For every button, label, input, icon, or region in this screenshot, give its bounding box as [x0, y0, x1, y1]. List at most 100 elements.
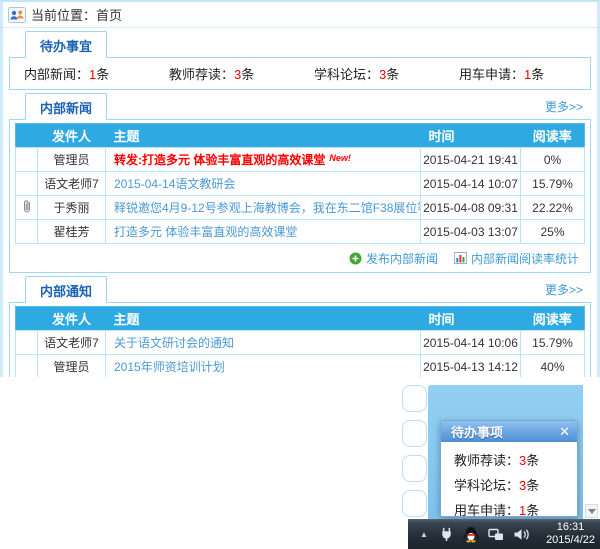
read-rate-cell: 0% [521, 148, 585, 172]
column-header [16, 307, 38, 331]
read-rate-cell: 25% [521, 220, 585, 244]
time-cell: 2015-04-21 19:41 [421, 148, 521, 172]
background-window-button[interactable] [402, 385, 427, 412]
count-unit: 条 [526, 503, 539, 518]
count-unit: 条 [526, 478, 539, 493]
attachment-cell [16, 148, 38, 172]
tab-internal-notice[interactable]: 内部通知 [25, 276, 107, 303]
subject-link[interactable]: 释锐邀您4月9-12号参观上海教博会，我在东二馆F38展位等您 [114, 201, 421, 215]
column-header: 发件人 [38, 124, 106, 148]
time-cell: 2015-04-13 14:12 [421, 355, 521, 378]
scroll-down-button[interactable] [585, 504, 598, 518]
table-row: 翟桂芳打造多元 体验丰富直观的高效课堂 2015-04-03 13:0725% [16, 220, 585, 244]
subject-link[interactable]: 打造多元 体验丰富直观的高效课堂 [114, 225, 297, 239]
count-unit: 条 [241, 67, 254, 82]
sender-cell: 于秀丽 [38, 196, 106, 220]
todo-count-item[interactable]: 内部新闻：1条 [10, 64, 155, 83]
background-window-button[interactable] [402, 420, 427, 447]
todo-counts-box: 内部新闻：1条教师荐读：3条学科论坛：3条用车申请：1条 [9, 57, 591, 90]
popup-todo-item[interactable]: 教师荐读：3条 [454, 448, 577, 473]
sender-cell: 管理员 [38, 148, 106, 172]
internal-notice-table: 发件人主题时间阅读率 语文老师7关于语文研讨会的通知2015-04-14 10:… [15, 306, 585, 377]
count-label: 学科论坛： [314, 67, 379, 82]
todo-popup-titlebar[interactable]: 待办事项 ✕ [441, 421, 577, 442]
taskbar-clock[interactable]: 16:31 2015/4/22 [546, 521, 595, 547]
system-tray [439, 526, 530, 543]
speaker-icon[interactable] [513, 527, 530, 542]
column-header: 主题 [106, 307, 421, 331]
todo-count-item[interactable]: 学科论坛：3条 [300, 64, 445, 83]
tab-internal-news[interactable]: 内部新闻 [25, 93, 107, 120]
count-label: 教师荐读： [454, 453, 519, 468]
column-header: 阅读率 [521, 307, 585, 331]
table-row: 语文老师7 2015-04-14语文教研会 2015-04-14 10:0715.7… [16, 172, 585, 196]
table-row: 语文老师7关于语文研讨会的通知2015-04-14 10:0615.79% [16, 331, 585, 355]
news-more-link[interactable]: 更多>> [545, 98, 583, 115]
subject-cell: 2015年师资培训计划 [106, 355, 421, 378]
count-label: 教师荐读： [169, 67, 234, 82]
attachment-cell [16, 331, 38, 355]
time-cell: 2015-04-03 13:07 [421, 220, 521, 244]
paperclip-icon [22, 199, 32, 214]
sender-cell: 管理员 [38, 355, 106, 378]
network-icon[interactable] [488, 527, 504, 542]
count-label: 用车申请： [459, 67, 524, 82]
time-cell: 2015-04-14 10:07 [421, 172, 521, 196]
todo-popup-title: 待办事项 [451, 422, 559, 441]
table-row: 于秀丽释锐邀您4月9-12号参观上海教博会，我在东二馆F38展位等您2015-0… [16, 196, 585, 220]
add-icon [349, 252, 362, 265]
column-header: 时间 [421, 124, 521, 148]
news-read-stats-label: 内部新闻阅读率统计 [471, 250, 579, 267]
new-badge: New! [329, 153, 351, 163]
column-header [16, 124, 38, 148]
table-row: 管理员 2015年师资培训计划 2015-04-13 14:1240% [16, 355, 585, 378]
close-icon[interactable]: ✕ [559, 425, 570, 438]
time-cell: 2015-04-08 09:31 [421, 196, 521, 220]
news-read-stats-link[interactable]: 内部新闻阅读率统计 [454, 250, 579, 267]
count-label: 用车申请： [454, 503, 519, 518]
show-hidden-icons-button[interactable]: ▲ [420, 530, 428, 539]
subject-link[interactable]: 关于语文研讨会的通知 [114, 336, 234, 350]
publish-news-label: 发布内部新闻 [366, 250, 438, 267]
sender-cell: 语文老师7 [38, 172, 106, 196]
subject-link[interactable]: 2015年师资培训计划 [114, 360, 225, 374]
web-page: 当前位置：首页 待办事宜 内部新闻：1条教师荐读：3条学科论坛：3条用车申请：1… [0, 0, 600, 377]
publish-news-link[interactable]: 发布内部新闻 [349, 250, 438, 267]
tab-todo-matters[interactable]: 待办事宜 [25, 31, 107, 58]
background-window-button[interactable] [402, 455, 427, 482]
count-unit: 条 [531, 67, 544, 82]
todo-count-item[interactable]: 用车申请：1条 [445, 64, 590, 83]
attachment-cell [16, 196, 38, 220]
popup-todo-item[interactable]: 学科论坛：3条 [454, 473, 577, 498]
internal-news-table: 发件人主题时间阅读率 管理员转发:打造多元 体验丰富直观的高效课堂 New! 201… [15, 123, 585, 244]
taskbar: ▲ 16:3 [408, 519, 600, 549]
attachment-cell [16, 220, 38, 244]
qq-icon[interactable] [463, 526, 479, 543]
subject-link[interactable]: 转发:打造多元 体验丰富直观的高效课堂 [114, 153, 325, 167]
read-rate-cell: 15.79% [521, 172, 585, 196]
count-label: 内部新闻： [24, 67, 89, 82]
read-rate-cell: 40% [521, 355, 585, 378]
count-unit: 条 [526, 453, 539, 468]
background-window-button[interactable] [402, 490, 427, 517]
count-unit: 条 [96, 67, 109, 82]
column-header: 主题 [106, 124, 421, 148]
desktop-crop: 待办事项 ✕ 教师荐读：3条学科论坛：3条用车申请：1条 ▲ [400, 377, 600, 549]
sender-cell: 翟桂芳 [38, 220, 106, 244]
todo-count-item[interactable]: 教师荐读：3条 [155, 64, 300, 83]
subject-cell: 关于语文研讨会的通知 [106, 331, 421, 355]
todo-popup-body: 教师荐读：3条学科论坛：3条用车申请：1条 [441, 442, 577, 523]
count-unit: 条 [386, 67, 399, 82]
power-plug-icon[interactable] [439, 526, 454, 542]
column-header: 阅读率 [521, 124, 585, 148]
subject-link[interactable]: 2015-04-14语文教研会 [114, 177, 235, 191]
read-rate-cell: 15.79% [521, 331, 585, 355]
news-table-footer: 发布内部新闻 内部新闻阅读率统计 [15, 244, 585, 272]
clock-time: 16:31 [546, 521, 595, 534]
time-cell: 2015-04-14 10:06 [421, 331, 521, 355]
read-rate-cell: 22.22% [521, 196, 585, 220]
attachment-cell [16, 355, 38, 378]
subject-cell: 打造多元 体验丰富直观的高效课堂 [106, 220, 421, 244]
notice-more-link[interactable]: 更多>> [545, 281, 583, 298]
breadcrumb-label: 当前位置：首页 [31, 5, 122, 24]
